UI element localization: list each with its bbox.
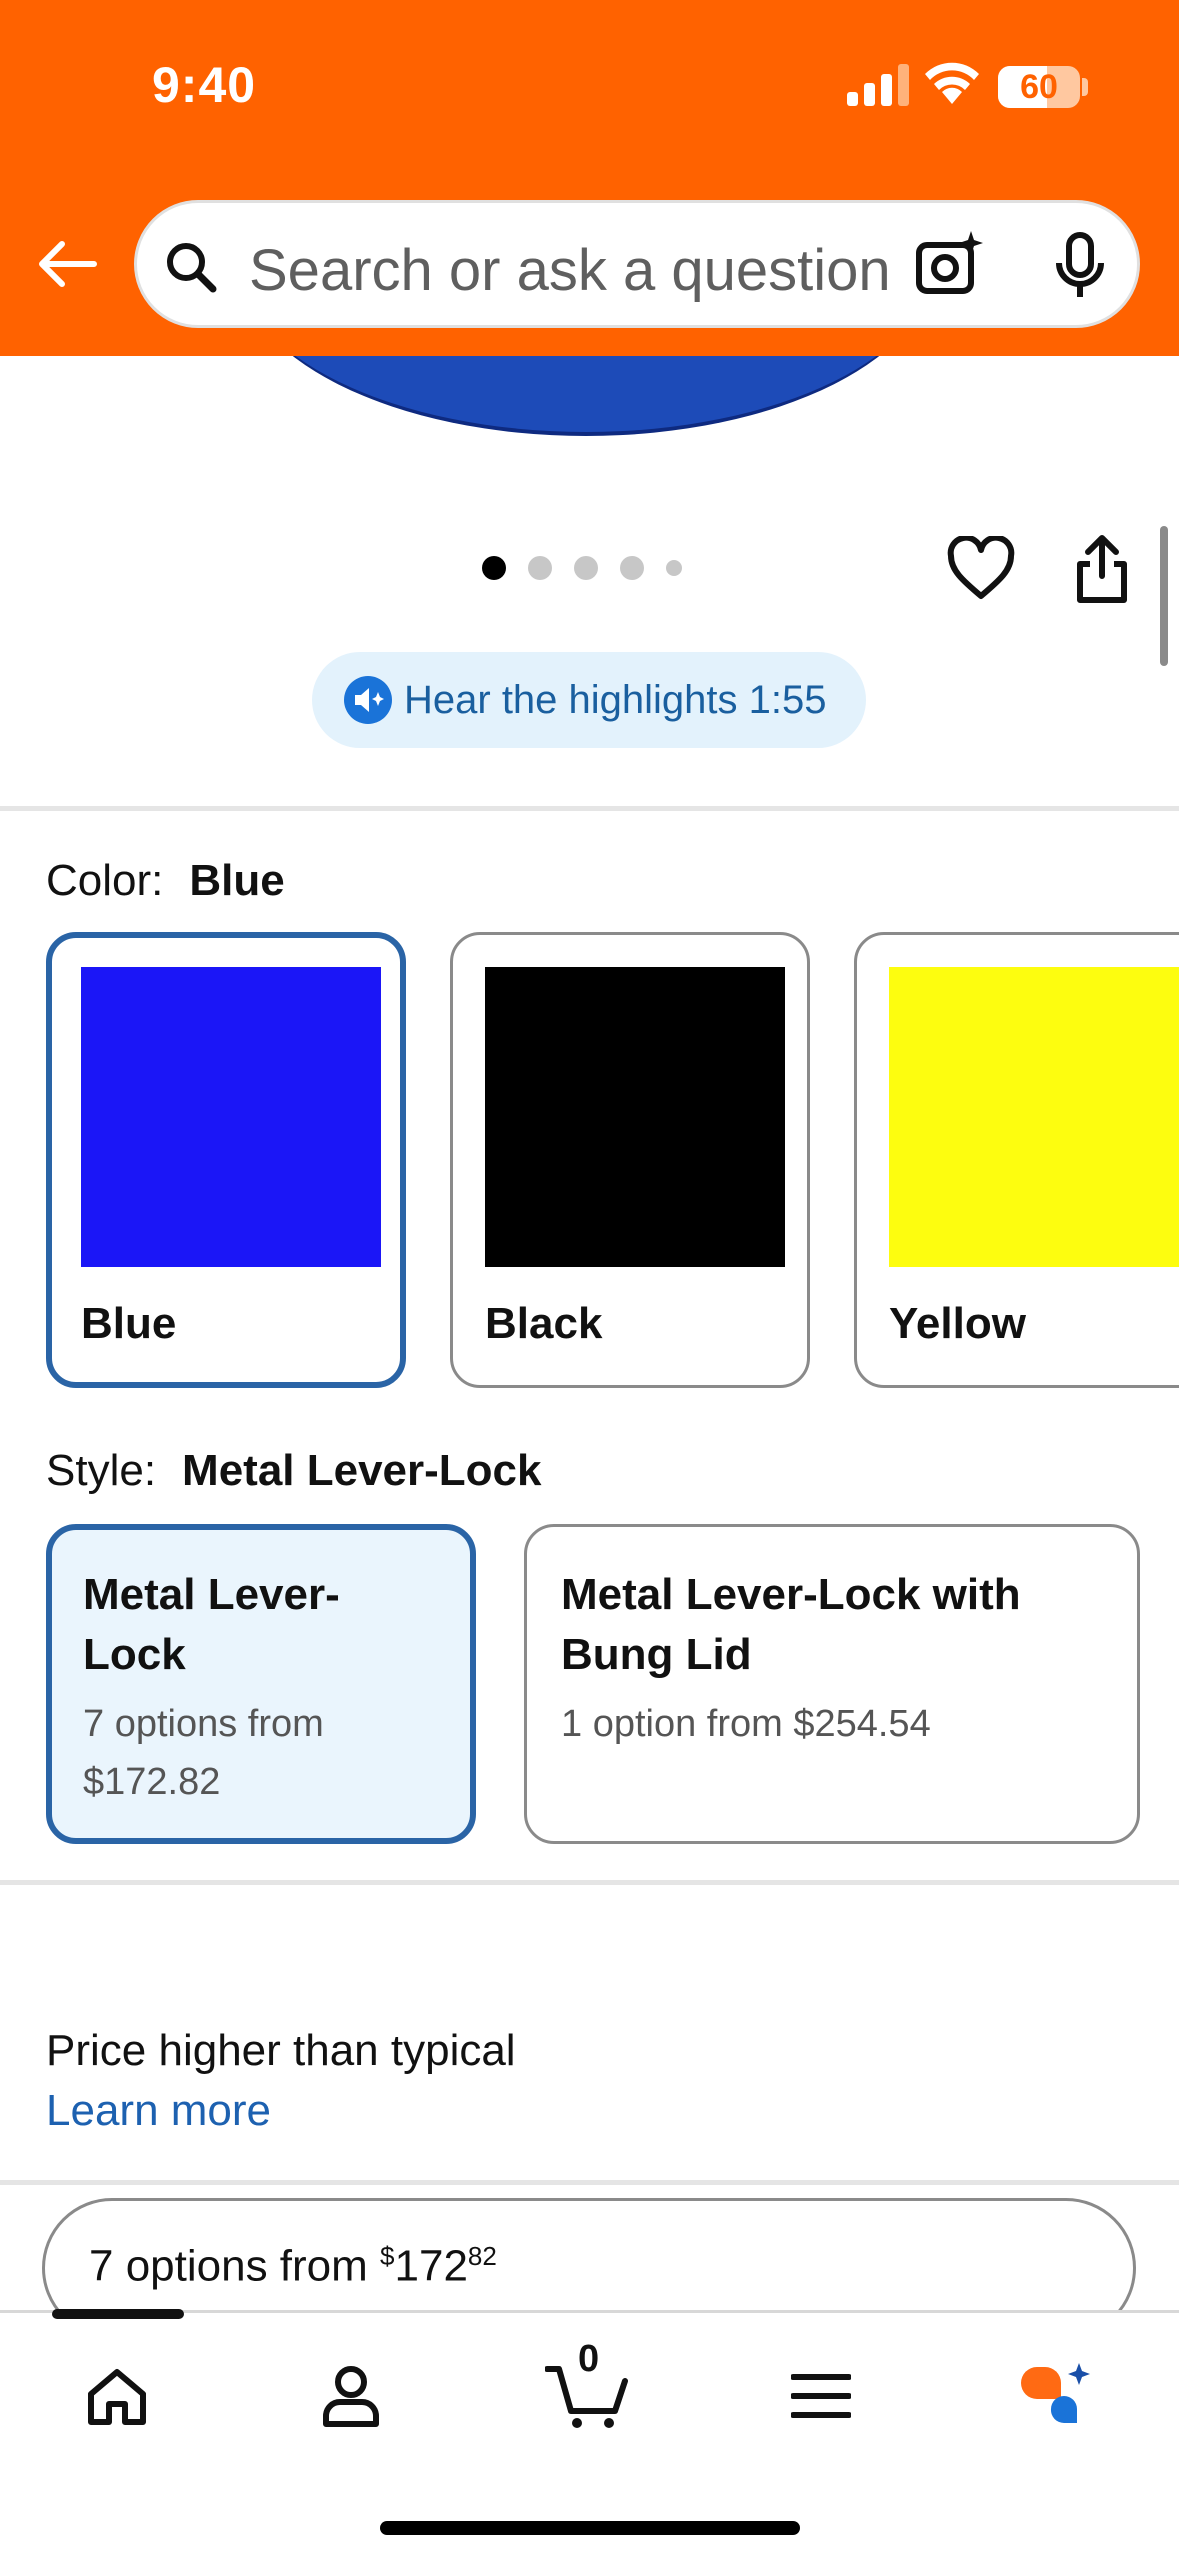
carousel-dot[interactable] bbox=[574, 556, 598, 580]
style-label-row: Style: Metal Lever-Lock bbox=[46, 1446, 542, 1496]
menu-icon bbox=[791, 2374, 851, 2418]
active-tab-indicator bbox=[52, 2309, 184, 2319]
style-option-price: 7 options from $172.82 bbox=[83, 1703, 324, 1803]
page-scrollbar[interactable] bbox=[1160, 526, 1168, 666]
selected-style: Metal Lever-Lock bbox=[182, 1446, 542, 1495]
options-cents: 82 bbox=[467, 2241, 497, 2271]
color-chip bbox=[485, 967, 785, 1267]
heart-icon[interactable] bbox=[946, 536, 1016, 602]
account-icon bbox=[323, 2366, 379, 2427]
color-label-row: Color: Blue bbox=[46, 856, 285, 906]
hear-highlights-label: Hear the highlights 1:55 bbox=[404, 677, 827, 722]
hear-highlights-button[interactable]: Hear the highlights 1:55 bbox=[312, 652, 866, 748]
selected-color: Blue bbox=[189, 856, 285, 905]
camera-sparkle-icon[interactable] bbox=[913, 227, 987, 301]
section-divider bbox=[0, 1880, 1179, 1885]
color-option-label: Blue bbox=[81, 1299, 177, 1348]
color-option-label: Yellow bbox=[889, 1299, 1026, 1348]
app-header: 9:40 60 Search or ask a question bbox=[0, 0, 1179, 356]
color-option-black[interactable]: Black bbox=[450, 932, 810, 1388]
image-carousel-dots[interactable] bbox=[482, 556, 682, 580]
search-icon bbox=[167, 243, 217, 293]
back-button[interactable] bbox=[30, 228, 102, 300]
carousel-dot[interactable] bbox=[528, 556, 552, 580]
battery-level: 60 bbox=[1020, 68, 1058, 106]
search-bar[interactable]: Search or ask a question bbox=[134, 200, 1140, 328]
arrow-left-icon bbox=[39, 241, 97, 287]
style-option-bung-lid[interactable]: Metal Lever-Lock with Bung Lid 1 option … bbox=[524, 1524, 1140, 1844]
style-option-title: Metal Lever-Lock with Bung Lid bbox=[561, 1570, 1021, 1679]
home-indicator bbox=[380, 2521, 800, 2535]
section-divider bbox=[0, 806, 1179, 811]
carousel-dot[interactable] bbox=[482, 556, 506, 580]
options-prefix: 7 options from bbox=[89, 2241, 381, 2291]
carousel-dot[interactable] bbox=[620, 556, 644, 580]
color-label: Color: bbox=[46, 856, 164, 905]
tab-account[interactable] bbox=[306, 2351, 396, 2441]
status-time: 9:40 bbox=[152, 57, 257, 113]
speaker-sparkle-icon bbox=[344, 676, 392, 724]
tab-menu[interactable] bbox=[776, 2351, 866, 2441]
style-label: Style: bbox=[46, 1446, 157, 1495]
color-chip bbox=[889, 967, 1179, 1267]
color-option-label: Black bbox=[485, 1299, 603, 1348]
color-option-yellow[interactable]: Yellow bbox=[854, 932, 1179, 1388]
style-option-title: Metal Lever-Lock bbox=[83, 1570, 340, 1679]
wifi-icon bbox=[925, 62, 979, 104]
color-option-blue[interactable]: Blue bbox=[46, 932, 406, 1388]
section-divider bbox=[0, 2180, 1179, 2185]
learn-more-link[interactable]: Learn more bbox=[46, 2086, 271, 2136]
home-icon bbox=[88, 2369, 146, 2425]
tab-home[interactable] bbox=[72, 2351, 162, 2441]
cart-count-badge: 0 bbox=[578, 2338, 600, 2380]
color-chip bbox=[81, 967, 381, 1267]
microphone-icon[interactable] bbox=[1047, 231, 1113, 303]
search-input[interactable]: Search or ask a question bbox=[249, 237, 929, 304]
assistant-sparkle-icon bbox=[1021, 2363, 1090, 2423]
share-icon[interactable] bbox=[1072, 532, 1132, 606]
tab-assistant[interactable] bbox=[1010, 2351, 1100, 2441]
style-option-metal-lever-lock[interactable]: Metal Lever-Lock 7 options from $172.82 bbox=[46, 1524, 476, 1844]
price-note: Price higher than typical bbox=[46, 2026, 516, 2075]
battery-indicator: 60 bbox=[998, 66, 1080, 108]
options-dollars: 172 bbox=[394, 2241, 468, 2291]
battery-tip bbox=[1082, 78, 1088, 96]
cellular-signal-icon bbox=[847, 64, 909, 106]
options-currency: $ bbox=[380, 2241, 395, 2271]
style-option-price: 1 option from $254.54 bbox=[561, 1703, 931, 1745]
carousel-dot[interactable] bbox=[666, 560, 682, 576]
